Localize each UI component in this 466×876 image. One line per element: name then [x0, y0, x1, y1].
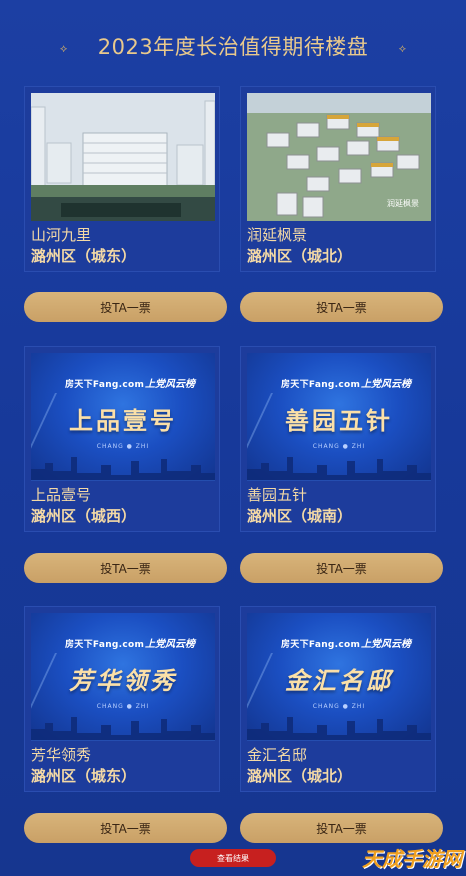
- project-poster: 房天下Fang.com 上党风云榜 善园五针 CHANG ● ZHI: [247, 353, 431, 481]
- skyline-icon: [31, 457, 215, 481]
- poster-title: 芳华领秀: [69, 667, 177, 695]
- project-card: 房天下Fang.com 上党风云榜 芳华领秀 CHANG ● ZHI 芳华领秀 …: [24, 606, 220, 792]
- ornament-right-icon: ⟡: [398, 42, 406, 55]
- project-district: 潞州区（城南）: [247, 507, 353, 525]
- watermark: 天成手游网: [362, 847, 462, 871]
- skyline-icon: [247, 457, 431, 481]
- project-card: 房天下Fang.com 上党风云榜 金汇名邸 CHANG ● ZHI 金汇名邸 …: [240, 606, 436, 792]
- project-poster: 房天下Fang.com 上党风云榜 金汇名邸 CHANG ● ZHI: [247, 613, 431, 741]
- view-results-button[interactable]: 查看结果: [190, 849, 276, 867]
- vote-button[interactable]: 投TA一票: [24, 553, 227, 583]
- project-name: 金汇名邸: [247, 746, 308, 764]
- brand-logo-2: 上党风云榜: [361, 639, 411, 650]
- project-name: 善园五针: [247, 486, 308, 504]
- project-card: 房天下Fang.com 上党风云榜 善园五针 CHANG ● ZHI 善园五针 …: [240, 346, 436, 532]
- poster-title: 上品壹号: [69, 407, 177, 435]
- brand-logo: 房天下Fang.com: [65, 640, 145, 650]
- project-poster: 房天下Fang.com 上党风云榜 上品壹号 CHANG ● ZHI: [31, 353, 215, 481]
- project-name: 芳华领秀: [31, 746, 92, 764]
- poster-title: 金汇名邸: [285, 667, 393, 695]
- skyline-icon: [247, 717, 431, 741]
- project-district: 潞州区（城北）: [247, 767, 353, 785]
- brand-logo: 房天下Fang.com: [281, 640, 361, 650]
- ornament-left-icon: ⟡: [60, 42, 68, 55]
- project-district: 潞州区（城东）: [31, 767, 137, 785]
- skyline-icon: [31, 717, 215, 741]
- project-district: 潞州区（城北）: [247, 247, 353, 265]
- project-name: 润延枫景: [247, 226, 308, 244]
- vote-button[interactable]: 投TA一票: [24, 292, 227, 322]
- brand-logo-2: 上党风云榜: [145, 379, 195, 390]
- vote-button[interactable]: 投TA一票: [240, 813, 443, 843]
- project-district: 潞州区（城西）: [31, 507, 137, 525]
- page-title: 2023年度长治值得期待楼盘: [97, 35, 369, 59]
- brand-logo: 房天下Fang.com: [281, 380, 361, 390]
- project-poster: 房天下Fang.com 上党风云榜 芳华领秀 CHANG ● ZHI: [31, 613, 215, 741]
- project-photo: [31, 93, 215, 221]
- project-district: 潞州区（城东）: [31, 247, 137, 265]
- brand-logo: 房天下Fang.com: [65, 380, 145, 390]
- project-photo: 润延枫景: [247, 93, 431, 221]
- vote-button[interactable]: 投TA一票: [240, 553, 443, 583]
- photo-caption: 润延枫景: [387, 199, 419, 208]
- brand-logo-2: 上党风云榜: [361, 379, 411, 390]
- brand-logo-2: 上党风云榜: [145, 639, 195, 650]
- project-card: 山河九里 潞州区（城东）: [24, 86, 220, 272]
- poster-title: 善园五针: [285, 407, 393, 435]
- page-header: ⟡ 2023年度长治值得期待楼盘 ⟡: [0, 28, 466, 64]
- vote-button[interactable]: 投TA一票: [24, 813, 227, 843]
- vote-button[interactable]: 投TA一票: [240, 292, 443, 322]
- project-name: 山河九里: [31, 226, 92, 244]
- project-name: 上品壹号: [31, 486, 92, 504]
- project-card: 润延枫景 润延枫景 潞州区（城北）: [240, 86, 436, 272]
- project-card: 房天下Fang.com 上党风云榜 上品壹号 CHANG ● ZHI 上品壹号 …: [24, 346, 220, 532]
